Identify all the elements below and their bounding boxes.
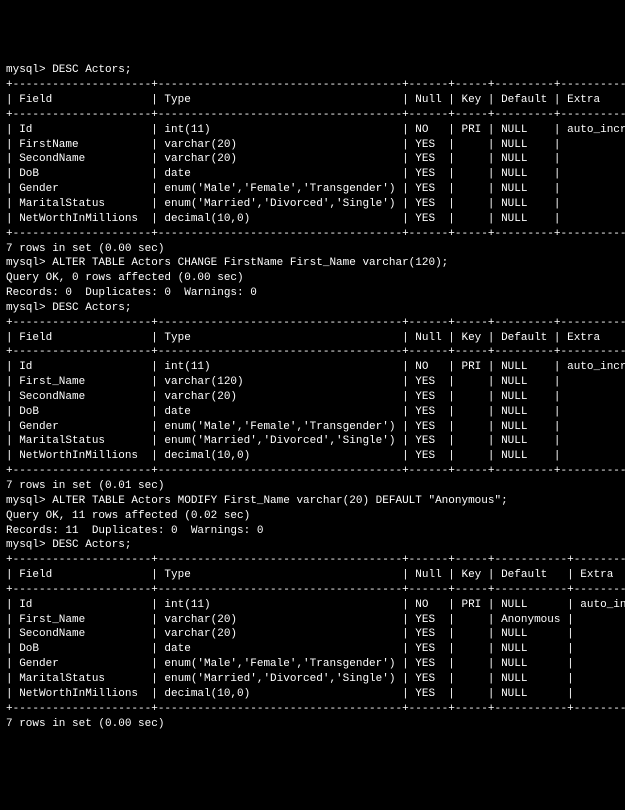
output-line: | NetWorthInMillions | decimal(10,0) | Y… [6,449,619,464]
mysql-prompt-line[interactable]: mysql> ALTER TABLE Actors MODIFY First_N… [6,494,619,509]
output-line: Records: 0 Duplicates: 0 Warnings: 0 [6,286,619,301]
output-line: | First_Name | varchar(120) | YES | | NU… [6,375,619,390]
output-line: | SecondName | varchar(20) | YES | | NUL… [6,390,619,405]
output-line: 7 rows in set (0.01 sec) [6,479,619,494]
output-line: | MaritalStatus | enum('Married','Divorc… [6,434,619,449]
output-line: +---------------------+-----------------… [6,464,619,479]
mysql-terminal[interactable]: mysql> DESC Actors;+--------------------… [6,63,619,731]
mysql-prompt-line[interactable]: mysql> DESC Actors; [6,301,619,316]
output-line: | First_Name | varchar(20) | YES | | Ano… [6,613,619,628]
output-line: | NetWorthInMillions | decimal(10,0) | Y… [6,687,619,702]
output-line: | Gender | enum('Male','Female','Transge… [6,182,619,197]
output-line: | MaritalStatus | enum('Married','Divorc… [6,672,619,687]
output-line: +---------------------+-----------------… [6,553,619,568]
output-line: | Field | Type | Null | Key | Default | … [6,331,619,346]
output-line: +---------------------+-----------------… [6,583,619,598]
output-line: | Field | Type | Null | Key | Default | … [6,568,619,583]
output-line: Query OK, 0 rows affected (0.00 sec) [6,271,619,286]
output-line: Query OK, 11 rows affected (0.02 sec) [6,509,619,524]
output-line: | Field | Type | Null | Key | Default | … [6,93,619,108]
output-line: | DoB | date | YES | | NULL | | [6,642,619,657]
output-line: | Gender | enum('Male','Female','Transge… [6,657,619,672]
output-line: | Id | int(11) | NO | PRI | NULL | auto_… [6,123,619,138]
output-line: +---------------------+-----------------… [6,227,619,242]
output-line: +---------------------+-----------------… [6,108,619,123]
output-line: | NetWorthInMillions | decimal(10,0) | Y… [6,212,619,227]
output-line: | MaritalStatus | enum('Married','Divorc… [6,197,619,212]
output-line: 7 rows in set (0.00 sec) [6,717,619,732]
output-line: | DoB | date | YES | | NULL | | [6,167,619,182]
output-line: +---------------------+-----------------… [6,78,619,93]
output-line: 7 rows in set (0.00 sec) [6,242,619,257]
output-line: | Id | int(11) | NO | PRI | NULL | auto_… [6,598,619,613]
mysql-prompt-line[interactable]: mysql> DESC Actors; [6,63,619,78]
mysql-prompt-line[interactable]: mysql> ALTER TABLE Actors CHANGE FirstNa… [6,256,619,271]
output-line: +---------------------+-----------------… [6,345,619,360]
output-line: +---------------------+-----------------… [6,316,619,331]
output-line: Records: 11 Duplicates: 0 Warnings: 0 [6,524,619,539]
output-line: | FirstName | varchar(20) | YES | | NULL… [6,138,619,153]
output-line: | DoB | date | YES | | NULL | | [6,405,619,420]
output-line: +---------------------+-----------------… [6,702,619,717]
output-line: | Id | int(11) | NO | PRI | NULL | auto_… [6,360,619,375]
mysql-prompt-line[interactable]: mysql> DESC Actors; [6,538,619,553]
output-line: | Gender | enum('Male','Female','Transge… [6,420,619,435]
output-line: | SecondName | varchar(20) | YES | | NUL… [6,152,619,167]
output-line: | SecondName | varchar(20) | YES | | NUL… [6,627,619,642]
